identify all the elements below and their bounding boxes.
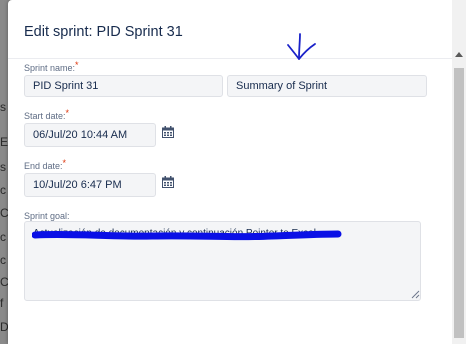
title-divider bbox=[8, 58, 466, 59]
end-date-label: End date:* bbox=[24, 158, 67, 171]
backdrop-glyph: c bbox=[0, 230, 6, 244]
summary-value: Summary of Sprint bbox=[236, 80, 328, 92]
backdrop-glyph: f bbox=[0, 296, 4, 310]
sprint-name-value: PID Sprint 31 bbox=[33, 80, 99, 92]
end-date-value: 10/Jul/20 6:47 PM bbox=[33, 179, 122, 191]
sprint-name-input[interactable]: PID Sprint 31 bbox=[24, 75, 223, 97]
backdrop-glyph: E bbox=[0, 135, 9, 149]
sprint-name-label: Sprint name:* bbox=[24, 60, 79, 73]
sprint-name-label-text: Sprint name: bbox=[24, 63, 76, 73]
backdrop-glyph: s bbox=[0, 160, 6, 174]
redaction-scribble bbox=[32, 230, 342, 241]
sprint-goal-label-text: Sprint goal: bbox=[24, 211, 70, 221]
sprint-goal-label: Sprint goal: bbox=[24, 211, 70, 221]
end-date-input[interactable]: 10/Jul/20 6:47 PM bbox=[24, 173, 156, 197]
start-date-input[interactable]: 06/Jul/20 10:44 AM bbox=[24, 123, 156, 147]
backdrop-glyph: c bbox=[0, 183, 6, 197]
resize-handle-icon[interactable] bbox=[410, 289, 420, 299]
calendar-icon[interactable] bbox=[162, 176, 174, 188]
start-date-label-text: Start date: bbox=[24, 111, 66, 121]
summary-input[interactable]: Summary of Sprint bbox=[227, 75, 427, 97]
dialog-title: Edit sprint: PID Sprint 31 bbox=[24, 24, 183, 40]
required-mark: * bbox=[75, 60, 79, 70]
backdrop-glyph: c bbox=[0, 253, 6, 267]
required-mark: * bbox=[62, 158, 67, 168]
required-mark: * bbox=[65, 108, 70, 118]
backdrop-glyph: s bbox=[0, 100, 6, 114]
edit-sprint-dialog: Edit sprint: PID Sprint 31 Sprint name:*… bbox=[8, 0, 466, 344]
down-arrow-annotation-icon bbox=[287, 33, 316, 60]
start-date-value: 06/Jul/20 10:44 AM bbox=[33, 129, 128, 141]
start-date-label: Start date:* bbox=[24, 108, 70, 121]
dialog-scrollbar[interactable] bbox=[452, 0, 466, 344]
scrollbar-thumb[interactable] bbox=[454, 68, 464, 338]
end-date-label-text: End date: bbox=[24, 161, 63, 171]
calendar-icon[interactable] bbox=[162, 126, 174, 138]
scroll-up-arrow-icon[interactable] bbox=[455, 52, 463, 57]
